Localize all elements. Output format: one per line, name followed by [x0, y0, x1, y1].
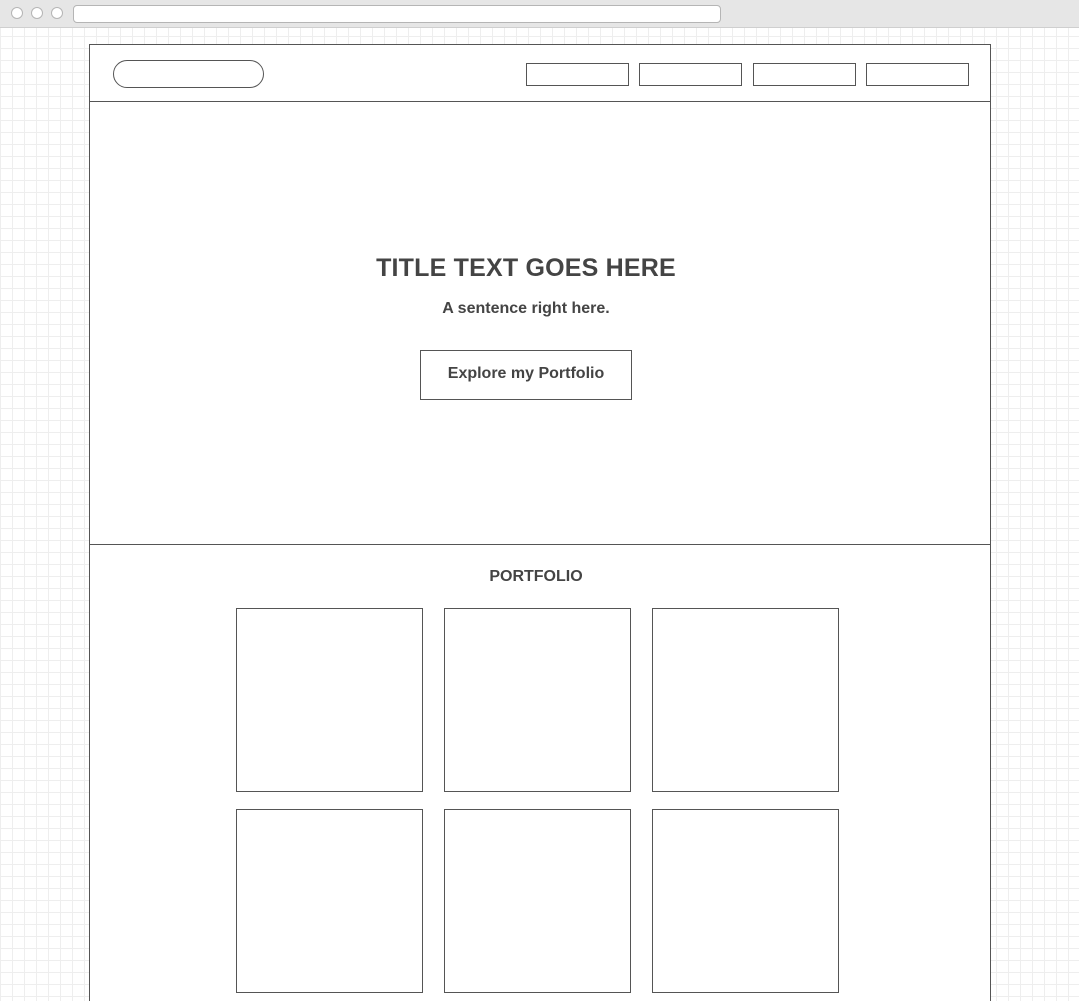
address-bar[interactable]: [73, 5, 721, 23]
hero-title: TITLE TEXT GOES HERE: [376, 254, 676, 282]
nav-item-4[interactable]: [866, 63, 969, 86]
portfolio-tile[interactable]: [236, 809, 423, 993]
portfolio-tile[interactable]: [444, 608, 631, 792]
browser-chrome: [0, 0, 1079, 28]
explore-portfolio-button[interactable]: Explore my Portfolio: [420, 350, 632, 400]
window-minimize-icon[interactable]: [31, 7, 43, 19]
hero-section: TITLE TEXT GOES HERE A sentence right he…: [90, 102, 990, 545]
window-maximize-icon[interactable]: [51, 7, 63, 19]
nav-item-3[interactable]: [753, 63, 856, 86]
site-header: [90, 45, 990, 102]
nav-item-2[interactable]: [639, 63, 742, 86]
portfolio-tile[interactable]: [236, 608, 423, 792]
portfolio-heading: PORTFOLIO: [489, 568, 583, 585]
page-frame: TITLE TEXT GOES HERE A sentence right he…: [89, 44, 991, 1001]
portfolio-tile[interactable]: [444, 809, 631, 993]
window-close-icon[interactable]: [11, 7, 23, 19]
hero-subtitle: A sentence right here.: [442, 300, 610, 317]
portfolio-tile[interactable]: [652, 809, 839, 993]
logo-placeholder[interactable]: [113, 60, 264, 88]
nav-item-1[interactable]: [526, 63, 629, 86]
portfolio-tile[interactable]: [652, 608, 839, 792]
